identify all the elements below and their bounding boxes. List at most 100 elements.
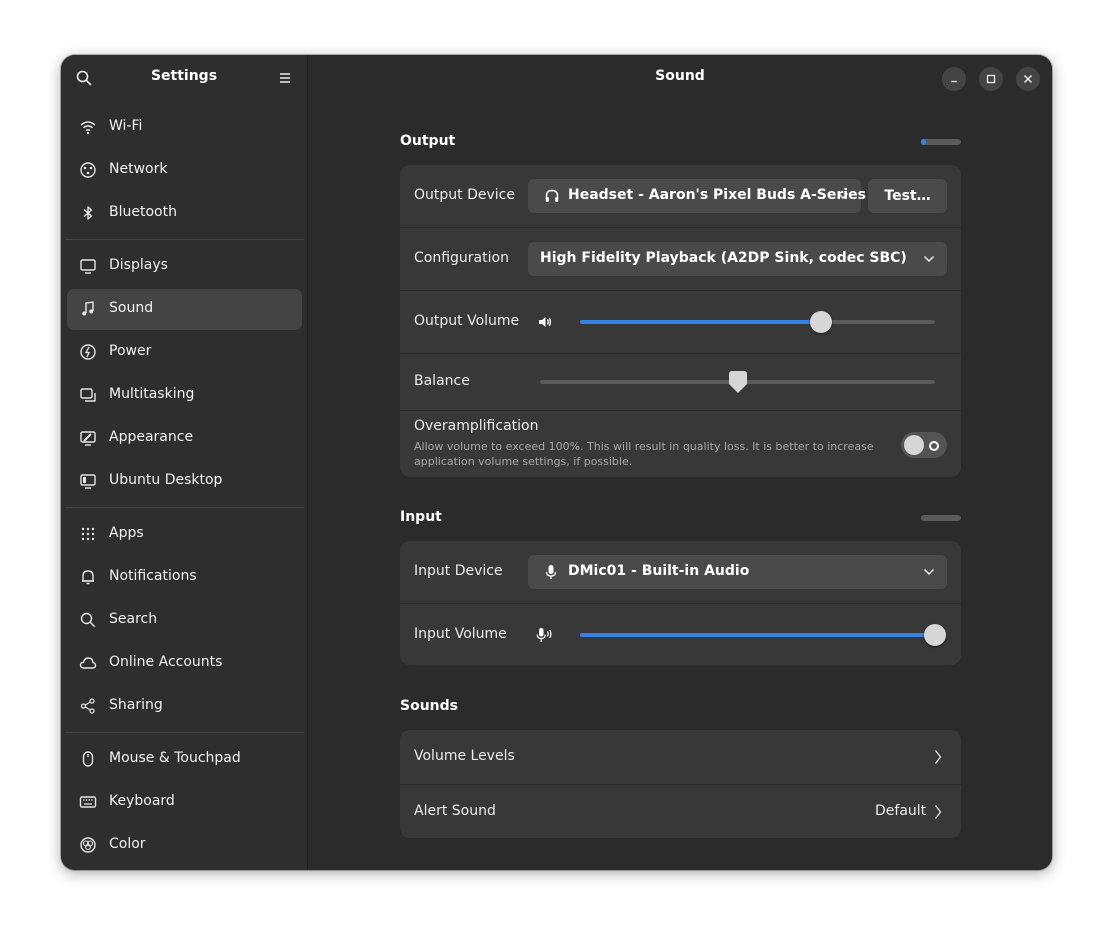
sidebar-item-label: Keyboard xyxy=(109,793,175,809)
configuration-label: Configuration xyxy=(414,250,509,266)
sidebar-item-label: Sharing xyxy=(109,697,163,713)
configuration-value: High Fidelity Playback (A2DP Sink, codec… xyxy=(540,250,907,266)
input-volume-slider[interactable] xyxy=(580,624,946,646)
sidebar-item-bluetooth[interactable]: Bluetooth xyxy=(67,193,302,234)
overamplification-label: Overamplification xyxy=(414,418,539,434)
sidebar-item-label: Search xyxy=(109,611,158,627)
balance-slider[interactable] xyxy=(540,371,935,393)
output-volume-label: Output Volume xyxy=(414,313,520,329)
sidebar-item-power[interactable]: Power xyxy=(67,332,302,373)
sidebar-item-multitasking[interactable]: Multitasking xyxy=(67,375,302,416)
alert-sound-row[interactable]: Alert Sound Default xyxy=(400,785,961,838)
output-volume-handle[interactable] xyxy=(810,311,833,333)
test-button[interactable]: Test… xyxy=(868,179,947,213)
volume-levels-row[interactable]: Volume Levels xyxy=(400,730,961,785)
display-icon xyxy=(80,259,96,274)
bluetooth-icon xyxy=(83,206,93,220)
balance-row: Balance xyxy=(400,354,961,411)
sidebar-item-label: Wi-Fi xyxy=(109,118,143,134)
output-volume-slider[interactable] xyxy=(580,311,935,333)
overamplification-toggle[interactable] xyxy=(901,432,947,458)
output-level-fill xyxy=(921,139,926,145)
sidebar-item-displays[interactable]: Displays xyxy=(67,246,302,287)
minimize-button[interactable] xyxy=(942,67,966,91)
balance-label: Balance xyxy=(414,373,470,389)
sidebar-item-label: Appearance xyxy=(109,429,194,445)
hamburger-menu-icon[interactable] xyxy=(276,69,294,87)
input-volume-row: Input Volume xyxy=(400,604,961,665)
sidebar-separator xyxy=(65,239,304,240)
sidebar-item-label: Notifications xyxy=(109,568,197,584)
sidebar-item-search[interactable]: Search xyxy=(67,600,302,641)
microphone-sensitivity-icon[interactable] xyxy=(536,627,554,643)
share-icon xyxy=(80,698,95,714)
input-volume-handle[interactable] xyxy=(924,624,946,646)
color-icon xyxy=(80,837,96,853)
output-card: Output Device Headset - Aaron's Pixel Bu… xyxy=(400,165,961,477)
sidebar-item-wifi[interactable]: Wi-Fi xyxy=(67,107,302,148)
main-panel: Sound Output Output Device Headset - Aar… xyxy=(308,55,1052,870)
ubuntu-desktop-icon xyxy=(80,474,96,489)
alert-sound-value: Default xyxy=(875,803,927,819)
output-volume-fill xyxy=(580,320,822,324)
maximize-icon xyxy=(986,74,996,84)
search-icon xyxy=(80,612,96,628)
sidebar-item-mouse-touchpad[interactable]: Mouse & Touchpad xyxy=(67,739,302,780)
music-note-icon xyxy=(82,301,94,316)
sidebar-item-label: Bluetooth xyxy=(109,204,177,220)
appearance-icon xyxy=(80,431,96,446)
sidebar-separator xyxy=(65,732,304,733)
sidebar-item-sharing[interactable]: Sharing xyxy=(67,686,302,727)
sidebar-item-color[interactable]: Color xyxy=(67,825,302,866)
sidebar-separator xyxy=(65,507,304,508)
cloud-icon xyxy=(79,657,97,669)
output-volume-row: Output Volume xyxy=(400,291,961,354)
sidebar-item-appearance[interactable]: Appearance xyxy=(67,418,302,459)
apps-grid-icon xyxy=(81,527,95,541)
configuration-dropdown[interactable]: High Fidelity Playback (A2DP Sink, codec… xyxy=(528,242,947,276)
input-volume-label: Input Volume xyxy=(414,626,507,642)
maximize-button[interactable] xyxy=(979,67,1003,91)
output-device-label: Output Device xyxy=(414,187,515,203)
chevron-right-icon xyxy=(934,750,942,764)
toggle-off-indicator xyxy=(929,441,939,451)
sidebar-item-online-accounts[interactable]: Online Accounts xyxy=(67,643,302,684)
sounds-card: Volume Levels Alert Sound Default xyxy=(400,730,961,838)
output-section-title: Output xyxy=(400,133,456,149)
keyboard-icon xyxy=(79,796,97,808)
power-icon xyxy=(80,344,96,360)
sidebar: Settings Wi-Fi Network Bluetooth Display… xyxy=(61,55,308,870)
input-device-dropdown[interactable]: DMic01 - Built-in Audio xyxy=(528,555,947,589)
overamplification-description: Allow volume to exceed 100%. This will r… xyxy=(414,440,874,468)
minimize-icon xyxy=(951,80,957,83)
sidebar-item-label: Ubuntu Desktop xyxy=(109,472,223,488)
close-icon xyxy=(1023,74,1033,84)
input-level-meter xyxy=(921,515,961,521)
output-device-dropdown[interactable]: Headset - Aaron's Pixel Buds A-Series xyxy=(528,179,866,213)
input-device-value: DMic01 - Built-in Audio xyxy=(568,563,750,579)
sidebar-item-keyboard[interactable]: Keyboard xyxy=(67,782,302,823)
sidebar-item-network[interactable]: Network xyxy=(67,150,302,191)
overamplification-row: Overamplification Allow volume to exceed… xyxy=(400,411,961,477)
sidebar-item-apps[interactable]: Apps xyxy=(67,514,302,555)
network-icon xyxy=(80,162,96,178)
close-button[interactable] xyxy=(1016,67,1040,91)
sidebar-item-notifications[interactable]: Notifications xyxy=(67,557,302,598)
chevron-down-icon xyxy=(838,193,848,199)
toggle-knob xyxy=(904,435,924,455)
sidebar-list: Wi-Fi Network Bluetooth Displays Sound P… xyxy=(65,107,304,868)
chevron-down-icon xyxy=(924,569,934,575)
page-title: Sound xyxy=(655,68,705,84)
sidebar-item-label: Mouse & Touchpad xyxy=(109,750,241,766)
speaker-icon[interactable] xyxy=(537,314,553,330)
balance-handle[interactable] xyxy=(727,370,749,396)
sounds-section-title: Sounds xyxy=(400,698,458,714)
sidebar-item-ubuntu-desktop[interactable]: Ubuntu Desktop xyxy=(67,461,302,502)
mouse-icon xyxy=(82,751,94,767)
sidebar-item-label: Apps xyxy=(109,525,144,541)
sidebar-header: Settings xyxy=(61,55,307,101)
microphone-icon xyxy=(545,565,557,579)
sidebar-item-label: Color xyxy=(109,836,146,852)
input-device-row: Input Device DMic01 - Built-in Audio xyxy=(400,541,961,604)
sidebar-item-sound[interactable]: Sound xyxy=(67,289,302,330)
